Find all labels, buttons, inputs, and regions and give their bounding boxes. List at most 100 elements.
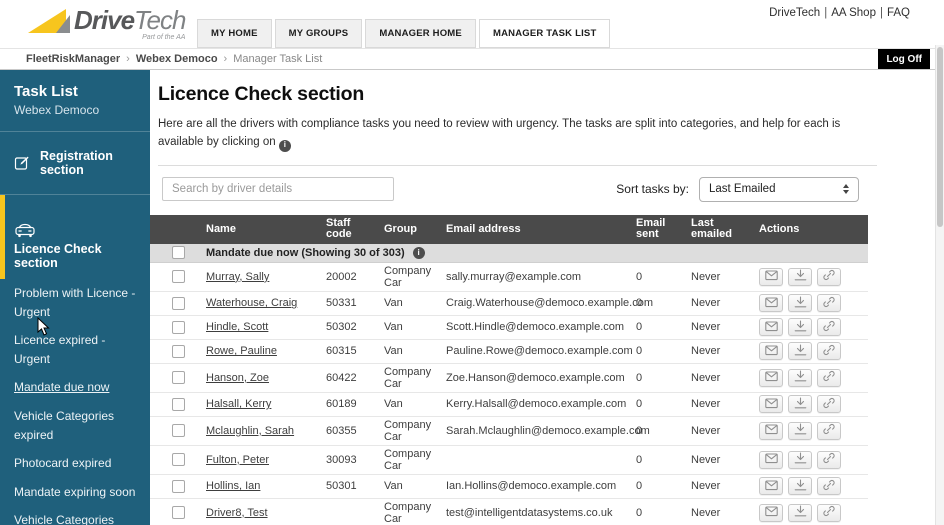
sidebar-sub-item[interactable]: Vehicle Categories expiring soon	[14, 511, 142, 525]
link-button[interactable]	[817, 477, 841, 495]
sidebar-sub-item[interactable]: Problem with Licence - Urgent	[14, 284, 142, 321]
sidebar-sub-item[interactable]: Mandate expiring soon	[14, 483, 142, 502]
sidebar-item-registration-section[interactable]: Registration section	[0, 132, 150, 195]
driver-name-link[interactable]: Rowe, Pauline	[206, 345, 277, 357]
table-body: Murray, Sally 20002 Company Car sally.mu…	[150, 263, 868, 525]
drivetech-logo[interactable]: DriveTech Part of the AA	[26, 6, 185, 41]
row-checkbox[interactable]	[172, 345, 185, 358]
link-button[interactable]	[817, 294, 841, 312]
driver-name-link[interactable]: Waterhouse, Craig	[206, 297, 297, 309]
link-button[interactable]	[817, 268, 841, 286]
row-checkbox[interactable]	[172, 270, 185, 283]
info-icon[interactable]: i	[279, 140, 291, 152]
manager-task-list-page: DriveTech Part of the AA MY HOME MY GROU…	[0, 0, 944, 525]
nav-tab[interactable]: MY GROUPS	[275, 19, 363, 48]
link-faq[interactable]: FAQ	[887, 7, 910, 19]
send-email-button[interactable]	[759, 369, 783, 387]
download-button[interactable]	[788, 318, 812, 336]
log-off-button[interactable]: Log Off	[878, 49, 930, 69]
sidebar-item-licence-check-section[interactable]: Licence Check section	[0, 195, 150, 279]
link-aa-shop[interactable]: AA Shop	[831, 7, 876, 19]
download-button[interactable]	[788, 504, 812, 522]
send-email-button[interactable]	[759, 477, 783, 495]
staff-code-cell: 20002	[326, 271, 384, 283]
row-checkbox[interactable]	[172, 297, 185, 310]
driver-name-link[interactable]: Fulton, Peter	[206, 454, 269, 466]
sidebar-header: Task List Webex Democo	[0, 70, 150, 132]
nav-tab[interactable]: MANAGER HOME	[365, 19, 476, 48]
link-button[interactable]	[817, 318, 841, 336]
vertical-scrollbar[interactable]	[935, 45, 944, 525]
search-input[interactable]	[162, 177, 394, 201]
envelope-icon	[765, 505, 778, 520]
link-button[interactable]	[817, 422, 841, 440]
driver-name-link[interactable]: Hollins, Ian	[206, 480, 260, 492]
driver-name-link[interactable]: Hindle, Scott	[206, 321, 268, 333]
driver-name-link[interactable]: Murray, Sally	[206, 271, 269, 283]
column-email-address: Email address	[446, 224, 636, 236]
page-title: Licence Check section	[158, 83, 944, 106]
download-button[interactable]	[788, 268, 812, 286]
link-drivetech[interactable]: DriveTech	[769, 7, 820, 19]
download-button[interactable]	[788, 422, 812, 440]
send-email-button[interactable]	[759, 342, 783, 360]
breadcrumb-webex-democo[interactable]: Webex Democo	[136, 53, 218, 65]
sidebar-sub-item[interactable]: Photocard expired	[14, 454, 142, 473]
send-email-button[interactable]	[759, 268, 783, 286]
info-icon[interactable]: i	[413, 247, 425, 259]
download-button[interactable]	[788, 369, 812, 387]
link-icon	[823, 296, 835, 311]
group-cell: Company Car	[384, 366, 446, 390]
send-email-button[interactable]	[759, 451, 783, 469]
select-arrows-icon	[843, 184, 849, 194]
nav-tab[interactable]: MY HOME	[197, 19, 272, 48]
download-button[interactable]	[788, 294, 812, 312]
row-checkbox[interactable]	[172, 371, 185, 384]
sidebar-subtitle: Webex Democo	[14, 103, 136, 117]
driver-name-link[interactable]: Halsall, Kerry	[206, 398, 271, 410]
download-button[interactable]	[788, 451, 812, 469]
driver-name-link[interactable]: Mclaughlin, Sarah	[206, 425, 294, 437]
send-email-button[interactable]	[759, 318, 783, 336]
breadcrumb-manager-task-list: Manager Task List	[233, 53, 322, 65]
link-button[interactable]	[817, 342, 841, 360]
link-icon	[823, 397, 835, 412]
download-button[interactable]	[788, 342, 812, 360]
scrollbar-thumb[interactable]	[937, 47, 943, 227]
send-email-button[interactable]	[759, 294, 783, 312]
row-checkbox[interactable]	[172, 480, 185, 493]
link-button[interactable]	[817, 369, 841, 387]
group-cell: Van	[384, 321, 446, 333]
row-checkbox[interactable]	[172, 424, 185, 437]
row-checkbox[interactable]	[172, 398, 185, 411]
row-checkbox[interactable]	[172, 506, 185, 519]
select-all-checkbox[interactable]	[172, 246, 185, 259]
sort-select[interactable]: Last Emailed	[699, 177, 859, 202]
link-button[interactable]	[817, 451, 841, 469]
driver-name-link[interactable]: Driver8, Test	[206, 507, 268, 519]
last-emailed-cell: Never	[691, 271, 759, 283]
driver-name-link[interactable]: Hanson, Zoe	[206, 372, 269, 384]
email-sent-cell: 0	[636, 372, 691, 384]
nav-tab[interactable]: MANAGER TASK LIST	[479, 19, 611, 48]
sidebar-sub-item[interactable]: Vehicle Categories expired	[14, 407, 142, 444]
link-button[interactable]	[817, 395, 841, 413]
envelope-icon	[765, 320, 778, 335]
breadcrumb-fleetriskmanager[interactable]: FleetRiskManager	[26, 53, 120, 65]
download-button[interactable]	[788, 477, 812, 495]
row-checkbox[interactable]	[172, 453, 185, 466]
row-checkbox[interactable]	[172, 321, 185, 334]
send-email-button[interactable]	[759, 422, 783, 440]
download-button[interactable]	[788, 395, 812, 413]
send-email-button[interactable]	[759, 504, 783, 522]
link-icon	[823, 320, 835, 335]
link-button[interactable]	[817, 504, 841, 522]
staff-code-cell: 50301	[326, 480, 384, 492]
sidebar-sub-item[interactable]: Licence expired - Urgent	[14, 331, 142, 368]
column-group: Group	[384, 224, 446, 236]
logo-tagline: Part of the AA	[74, 34, 185, 41]
email-sent-cell: 0	[636, 454, 691, 466]
sidebar-sub-item[interactable]: Mandate due now	[14, 378, 142, 397]
send-email-button[interactable]	[759, 395, 783, 413]
group-cell: Van	[384, 345, 446, 357]
